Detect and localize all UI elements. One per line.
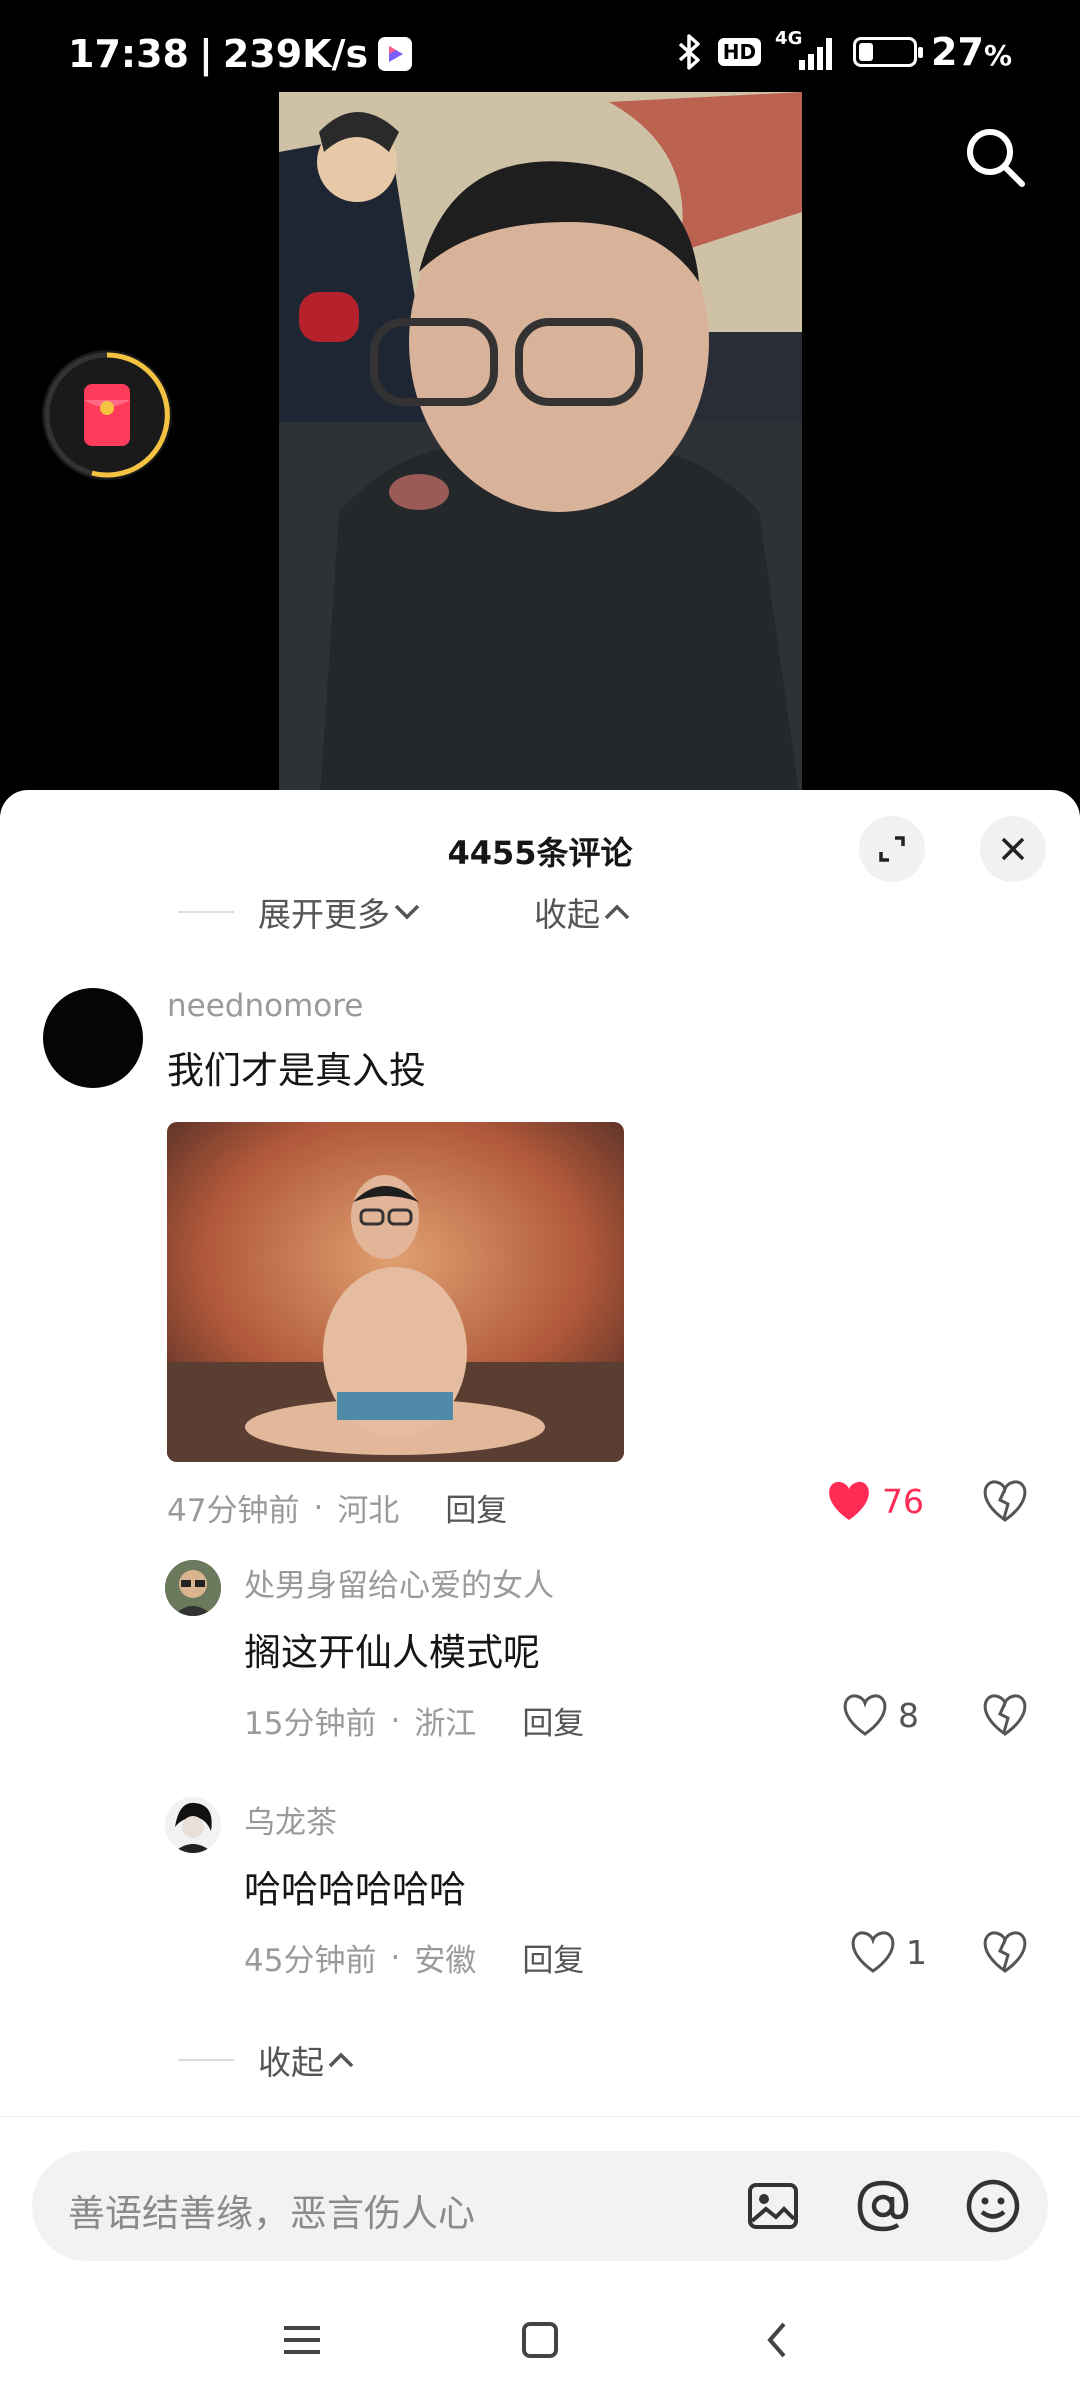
mention-icon[interactable] [852,2175,914,2237]
comment-username[interactable]: neednomore [167,988,363,1024]
comment-input[interactable]: 善语结善缘，恶言伤人心 [32,2151,1048,2261]
status-left: 17:38 | 239K/s [68,32,413,76]
video-player[interactable] [0,92,1080,812]
comment-time: 47分钟前 [167,1493,300,1529]
comments-sheet: 4455条评论 展开更多 收起 neednomore 我们才是真入投 47分钟前… [0,790,1080,2400]
like-button[interactable]: 76 [826,1480,924,1522]
avatar[interactable] [165,1560,221,1616]
like-count: 76 [882,1481,924,1521]
comment-image[interactable] [167,1122,624,1462]
heart-icon [843,1694,887,1736]
red-packet-button[interactable] [42,350,172,480]
like-count: 1 [906,1932,927,1972]
video-frame [279,92,802,812]
reply-username[interactable]: 乌龙茶 [244,1797,337,1842]
image-icon[interactable] [742,2175,804,2237]
expand-icon [879,836,905,862]
close-button[interactable] [980,816,1046,882]
reply-time: 15分钟前 [244,1706,377,1742]
bluetooth-icon [678,34,700,70]
collapse-replies-row: 收起 [178,2036,358,2084]
collapse-replies-button[interactable]: 收起 [258,2036,358,2084]
hd-badge: HD [717,38,762,66]
search-icon[interactable] [960,122,1030,192]
network-speed: 239K/s [222,32,369,76]
broken-heart-icon[interactable] [982,1480,1028,1522]
avatar-image [165,1797,221,1853]
status-right: HD 4G 27% [674,28,1012,74]
like-button[interactable]: 1 [850,1931,927,1973]
divider [178,911,234,913]
replies-toggle-row: 展开更多 收起 [178,888,634,936]
reply-location: 浙江 [414,1706,477,1742]
divider [178,2059,234,2061]
reply-meta: 15分钟前 · 浙江 回复 [244,1698,584,1743]
video-app-icon [378,37,413,71]
comment-photo [167,1122,624,1462]
emoji-icon[interactable] [962,2175,1024,2237]
signal-icon: 4G [775,28,839,72]
close-icon [1001,837,1025,861]
reply-text: 哈哈哈哈哈哈 [244,1868,466,1911]
avatar-image [165,1560,221,1616]
reply-button[interactable]: 回复 [522,1698,584,1743]
avatar[interactable] [165,1797,221,1853]
reply-location: 安徽 [414,1943,477,1979]
expand-more-button[interactable]: 展开更多 [258,888,424,936]
battery-percent: 27% [931,30,1012,74]
reply-meta: 45分钟前 · 安徽 回复 [244,1935,584,1980]
like-count: 8 [898,1695,919,1735]
home-icon[interactable] [510,2310,570,2370]
back-icon[interactable] [748,2310,808,2370]
avatar[interactable] [43,988,143,1088]
red-packet-icon [44,352,170,478]
reply-button[interactable]: 回复 [522,1935,584,1980]
chevron-up-icon [604,904,630,920]
menu-icon[interactable] [272,2310,332,2370]
comment-item: neednomore 我们才是真入投 47分钟前 · 河北 回复 76 [0,988,1080,1529]
reply-text: 搁这开仙人模式呢 [244,1631,540,1674]
chevron-down-icon [394,904,420,920]
expand-sheet-button[interactable] [859,816,925,882]
comment-location: 河北 [337,1493,400,1529]
comment-input-placeholder: 善语结善缘，恶言伤人心 [68,2192,475,2235]
broken-heart-icon[interactable] [982,1931,1028,1973]
video-content [279,92,802,812]
reply-username[interactable]: 处男身留给心爱的女人 [244,1560,554,1605]
collapse-button[interactable]: 收起 [534,888,634,936]
heart-filled-icon [829,1481,869,1520]
like-button[interactable]: 8 [842,1694,919,1736]
reply-item: 处男身留给心爱的女人 搁这开仙人模式呢 15分钟前 · 浙江 回复 8 [0,1560,1080,1760]
reply-time: 45分钟前 [244,1943,377,1979]
battery-icon [853,37,924,67]
reply-button[interactable]: 回复 [445,1485,507,1530]
comment-meta: 47分钟前 · 河北 回复 [167,1485,507,1530]
status-time: 17:38 [68,32,189,76]
comment-text: 我们才是真入投 [167,1049,426,1092]
status-bar: 17:38 | 239K/s HD 4G 27% [0,0,1080,92]
broken-heart-icon[interactable] [982,1694,1028,1736]
system-nav-bar [0,2280,1080,2400]
reply-item: 乌龙茶 哈哈哈哈哈哈 45分钟前 · 安徽 回复 1 [0,1797,1080,1997]
chevron-up-icon [328,2052,354,2068]
heart-icon [851,1931,895,1973]
